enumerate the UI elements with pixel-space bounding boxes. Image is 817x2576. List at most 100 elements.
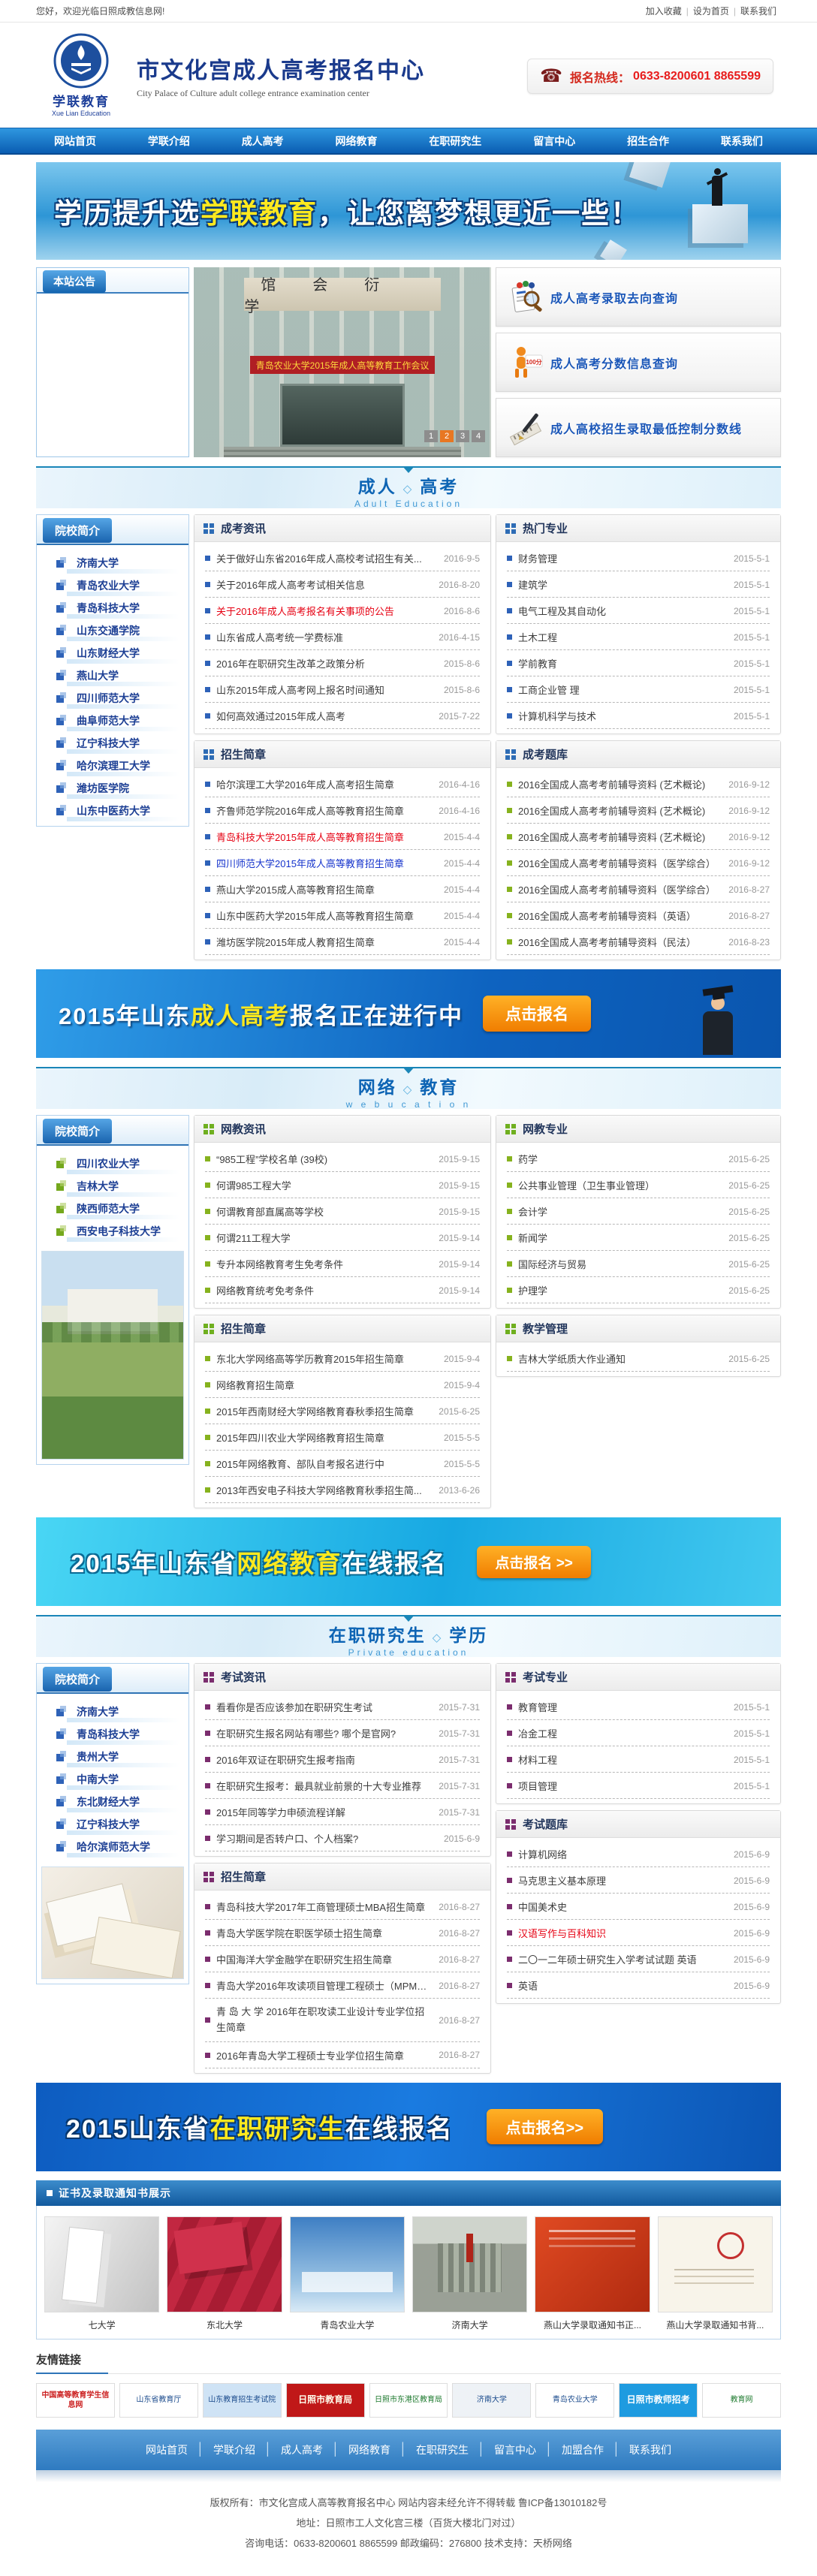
footer-nav-link[interactable]: 在职研究生 — [416, 2442, 469, 2457]
news-item-link[interactable]: 教育管理 — [518, 1700, 726, 1714]
friend-link-logo[interactable]: 日照市教育局 — [286, 2383, 365, 2418]
news-item-link[interactable]: 四川师范大学2015年成人高等教育招生简章 — [216, 856, 436, 870]
footer-nav-link[interactable]: 网络教育 — [348, 2442, 390, 2457]
sidebar-college-link[interactable]: 山东中医药大学 — [37, 799, 188, 821]
news-item-link[interactable]: 2016全国成人高考考前辅导资料（英语） — [518, 908, 721, 923]
sidebar-college-link[interactable]: 哈尔滨理工大学 — [37, 754, 188, 776]
news-item-link[interactable]: 何谓211工程大学 — [216, 1231, 431, 1245]
slideshow-page-button[interactable]: 2 — [440, 430, 454, 442]
query-score-info-button[interactable]: 100分 成人高考分数信息查询 — [496, 333, 781, 392]
footer-nav-link[interactable]: 留言中心 — [494, 2442, 536, 2457]
news-item-link[interactable]: 学习期间是否转户口、个人档案? — [216, 1831, 436, 1845]
sidebar-college-link[interactable]: 潍坊医学院 — [37, 776, 188, 799]
nav-item[interactable]: 在职研究生 — [421, 134, 489, 149]
sidebar-college-link[interactable]: 山东财经大学 — [37, 641, 188, 664]
announcement-title-tab[interactable]: 本站公告 — [43, 270, 106, 293]
news-item-link[interactable]: 护理学 — [518, 1283, 721, 1297]
news-item-link[interactable]: 国际经济与贸易 — [518, 1257, 721, 1271]
nav-item[interactable]: 网络教育 — [328, 134, 385, 149]
news-item-link[interactable]: 青岛大学医学院在职医学硕士招生简章 — [216, 1926, 431, 1940]
news-item-link[interactable]: 专升本网络教育考生免考条件 — [216, 1257, 431, 1271]
news-item-link[interactable]: 土木工程 — [518, 630, 726, 644]
news-item-link[interactable]: 何谓教育部直属高等学校 — [216, 1204, 431, 1219]
sidebar-college-link[interactable]: 四川师范大学 — [37, 686, 188, 709]
friend-link-logo[interactable]: 济南大学 — [452, 2383, 531, 2418]
news-item-link[interactable]: 新闻学 — [518, 1231, 721, 1245]
news-item-link[interactable]: 燕山大学2015成人高等教育招生简章 — [216, 882, 436, 896]
sidebar-college-link[interactable]: 陕西师范大学 — [37, 1197, 188, 1219]
news-item-link[interactable]: 2016全国成人高考考前辅导资料 (艺术概论) — [518, 777, 721, 791]
footer-nav-link[interactable]: 加盟合作 — [562, 2442, 604, 2457]
news-item-link[interactable]: 何谓985工程大学 — [216, 1178, 431, 1192]
news-item-link[interactable]: 公共事业管理（卫生事业管理） — [518, 1178, 721, 1192]
news-item-link[interactable]: 哈尔滨理工大学2016年成人高考招生简章 — [216, 777, 431, 791]
topbar-link[interactable]: 加入收藏 — [646, 6, 682, 17]
friend-link-logo[interactable]: 日照市教师招考 — [619, 2383, 698, 2418]
hero-banner[interactable]: 学历提升选学联教育，让您离梦想更近一些！ — [36, 162, 781, 260]
news-item-link[interactable]: 项目管理 — [518, 1779, 726, 1793]
news-item-link[interactable]: 二〇一二年硕士研究生入学考试试题 英语 — [518, 1952, 726, 1966]
topbar-link[interactable]: 设为首页 — [693, 6, 729, 17]
news-item-link[interactable]: “985工程”学校名单 (39校) — [216, 1152, 431, 1166]
photo-slideshow[interactable]: 馆 会 衍 学 青岛农业大学2015年成人高等教育工作会议 1234 — [194, 267, 491, 457]
news-item-link[interactable]: 会计学 — [518, 1204, 721, 1219]
news-item-link[interactable]: 山东2015年成人高考网上报名时间通知 — [216, 682, 436, 697]
news-item-link[interactable]: 2013年西安电子科技大学网络教育秋季招生简... — [216, 1483, 431, 1497]
news-item-link[interactable]: 2015年网络教育、部队自考报名进行中 — [216, 1457, 436, 1471]
news-item-link[interactable]: 青 岛 大 学 2016年在职攻读工业设计专业学位招生简章 — [216, 2005, 431, 2036]
friend-link-logo[interactable]: 青岛农业大学 — [535, 2383, 614, 2418]
slideshow-page-button[interactable]: 1 — [424, 430, 438, 442]
gallery-item[interactable]: 七大学 — [44, 2216, 159, 2331]
sidebar-college-link[interactable]: 青岛农业大学 — [37, 574, 188, 596]
news-item-link[interactable]: 冶金工程 — [518, 1726, 726, 1740]
news-item-link[interactable]: 2016年在职研究生改革之政策分析 — [216, 656, 436, 670]
news-item-link[interactable]: 青岛科技大学2015年成人高等教育招生简章 — [216, 830, 436, 844]
sidebar-college-link[interactable]: 燕山大学 — [37, 664, 188, 686]
nav-item[interactable]: 招生合作 — [620, 134, 677, 149]
news-item-link[interactable]: 在职研究生报考：最具就业前景的十大专业推荐 — [216, 1779, 431, 1793]
news-item-link[interactable]: 山东中医药大学2015年成人高等教育招生简章 — [216, 908, 436, 923]
news-item-link[interactable]: 看看你是否应该参加在职研究生考试 — [216, 1700, 431, 1714]
news-item-link[interactable]: 英语 — [518, 1978, 726, 1993]
footer-nav-link[interactable]: 联系我们 — [629, 2442, 671, 2457]
gallery-item[interactable]: 东北大学 — [167, 2216, 282, 2331]
news-item-link[interactable]: 中国海洋大学金融学在职研究生招生简章 — [216, 1952, 431, 1966]
sidebar-college-link[interactable]: 东北财经大学 — [37, 1790, 188, 1812]
news-item-link[interactable]: 电气工程及其自动化 — [518, 604, 726, 618]
news-item-link[interactable]: 青岛科技大学2017年工商管理硕士MBA招生简章 — [216, 1900, 431, 1914]
news-item-link[interactable]: 药学 — [518, 1152, 721, 1166]
friend-link-logo[interactable]: 中国高等教育学生信息网 — [36, 2383, 115, 2418]
news-item-link[interactable]: 2015年同等学力申硕流程详解 — [216, 1805, 431, 1819]
nav-item[interactable]: 联系我们 — [713, 134, 770, 149]
news-item-link[interactable]: 2016全国成人高考考前辅导资料（医学综合） — [518, 856, 721, 870]
news-item-link[interactable]: 如何高效通过2015年成人高考 — [216, 709, 431, 723]
signup-button[interactable]: 点击报名>> — [487, 2109, 603, 2144]
news-item-link[interactable]: 汉语写作与百科知识 — [518, 1926, 726, 1940]
news-item-link[interactable]: 关于做好山东省2016年成人高校考试招生有关... — [216, 551, 436, 565]
news-item-link[interactable]: 吉林大学纸质大作业通知 — [518, 1351, 721, 1366]
news-item-link[interactable]: 网络教育招生简章 — [216, 1378, 436, 1392]
footer-nav-link[interactable]: 学联介绍 — [213, 2442, 255, 2457]
slideshow-page-button[interactable]: 4 — [472, 430, 485, 442]
news-item-link[interactable]: 网络教育统考免考条件 — [216, 1283, 431, 1297]
signup-button[interactable]: 点击报名 — [483, 996, 591, 1032]
news-item-link[interactable]: 建筑学 — [518, 577, 726, 592]
nav-item[interactable]: 成人高考 — [234, 134, 291, 149]
news-item-link[interactable]: 马克思主义基本原理 — [518, 1873, 726, 1888]
sidebar-college-link[interactable]: 青岛科技大学 — [37, 596, 188, 619]
gallery-item[interactable]: 燕山大学录取通知书正... — [535, 2216, 650, 2331]
nav-item[interactable]: 留言中心 — [526, 134, 583, 149]
topbar-link[interactable]: 联系我们 — [740, 6, 776, 17]
sidebar-college-link[interactable]: 辽宁科技大学 — [37, 731, 188, 754]
news-item-link[interactable]: 2016全国成人高考考前辅导资料 (艺术概论) — [518, 803, 721, 818]
gallery-item[interactable]: 青岛农业大学 — [290, 2216, 405, 2331]
news-item-link[interactable]: 计算机网络 — [518, 1847, 726, 1861]
friend-link-logo[interactable]: 教育网 — [702, 2383, 781, 2418]
friend-link-logo[interactable]: 山东省教育厅 — [119, 2383, 198, 2418]
sidebar-college-link[interactable]: 哈尔滨师范大学 — [37, 1835, 188, 1857]
news-item-link[interactable]: 计算机科学与技术 — [518, 709, 726, 723]
sidebar-college-link[interactable]: 济南大学 — [37, 551, 188, 574]
sidebar-college-link[interactable]: 贵州大学 — [37, 1745, 188, 1767]
news-item-link[interactable]: 关于2016年成人高考报名有关事项的公告 — [216, 604, 436, 618]
news-item-link[interactable]: 山东省成人高考统一学费标准 — [216, 630, 431, 644]
